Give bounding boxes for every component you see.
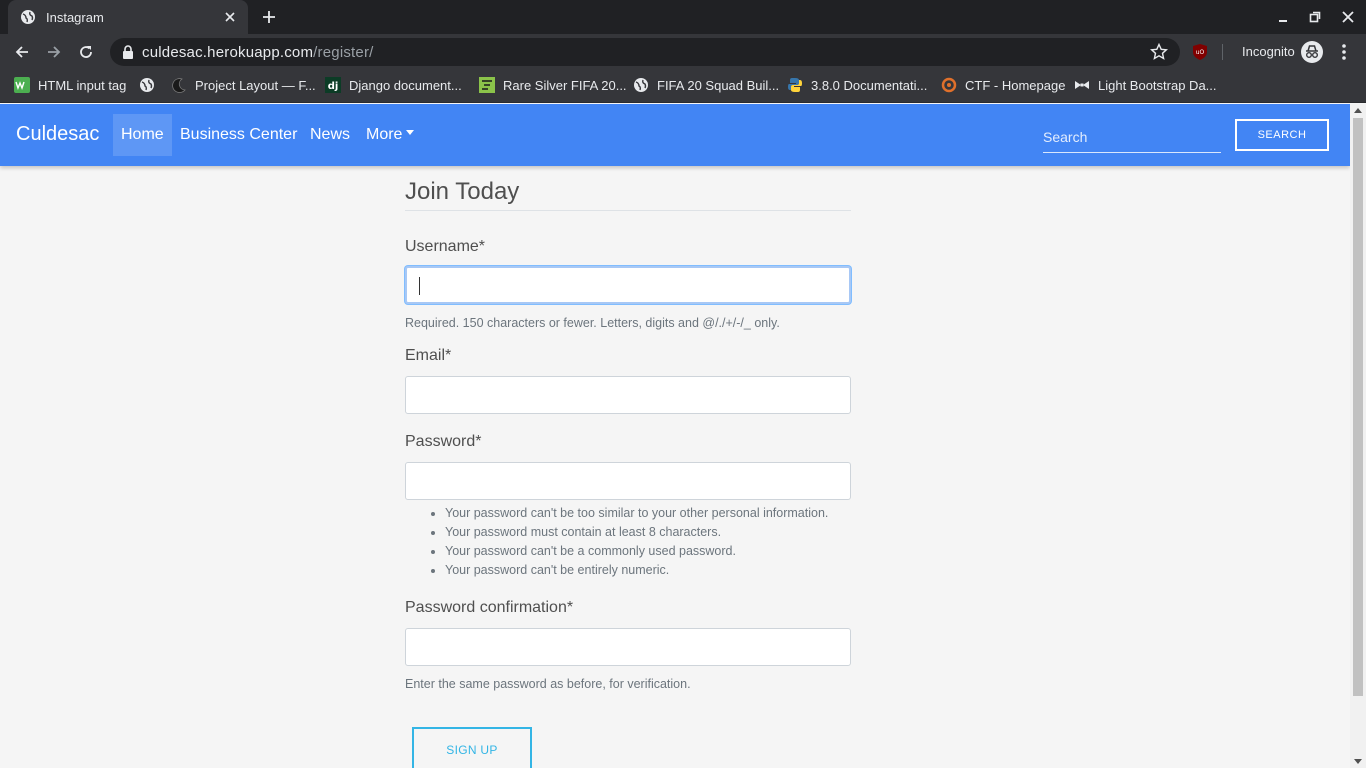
sign-up-button[interactable]: SIGN UP bbox=[412, 727, 532, 768]
incognito-label[interactable]: Incognito bbox=[1242, 44, 1295, 59]
bookmark-django-docs[interactable]: dj Django document... bbox=[325, 77, 462, 93]
search-button[interactable]: SEARCH bbox=[1235, 119, 1329, 151]
scroll-up-arrow-icon[interactable] bbox=[1354, 108, 1362, 113]
password-confirm-field[interactable] bbox=[405, 628, 851, 666]
scroll-down-arrow-icon[interactable] bbox=[1354, 759, 1362, 764]
email-label: Email* bbox=[405, 347, 452, 364]
python-icon bbox=[787, 77, 803, 93]
bookmark-rare-silver-fifa[interactable]: Rare Silver FIFA 20... bbox=[479, 77, 627, 93]
ctf-icon bbox=[941, 77, 957, 93]
forward-icon[interactable] bbox=[44, 42, 64, 62]
list-item: Your password can't be too similar to yo… bbox=[445, 504, 828, 523]
form-title: Join Today bbox=[405, 178, 520, 205]
bookmark-ctf-homepage[interactable]: CTF - Homepage bbox=[941, 77, 1065, 93]
incognito-icon[interactable] bbox=[1301, 41, 1323, 63]
site-navbar: Culdesac Home Business Center News More … bbox=[0, 104, 1350, 166]
globe-icon bbox=[139, 77, 155, 93]
list-item: Your password can't be entirely numeric. bbox=[445, 561, 828, 580]
bookmark-fifa-squad-builder[interactable]: FIFA 20 Squad Buil... bbox=[633, 77, 779, 93]
list-item: Your password must contain at least 8 ch… bbox=[445, 523, 828, 542]
w3-icon bbox=[14, 77, 30, 93]
bookmark-star-icon[interactable] bbox=[1149, 42, 1169, 61]
globe-icon bbox=[20, 9, 36, 25]
moon-icon bbox=[171, 77, 187, 93]
close-tab-icon[interactable] bbox=[222, 9, 238, 25]
bookmark-python-docs[interactable]: 3.8.0 Documentati... bbox=[787, 77, 927, 93]
toolbar-divider bbox=[1222, 44, 1223, 60]
bookmark-html-input-tag[interactable]: HTML input tag bbox=[14, 77, 126, 93]
bookmark-project-layout[interactable]: Project Layout — F... bbox=[171, 77, 316, 93]
browser-toolbar: culdesac.herokuapp.com/register/ uO Inco… bbox=[0, 34, 1366, 70]
browser-tab-bar: Instagram bbox=[0, 0, 1366, 34]
close-window-icon[interactable] bbox=[1340, 9, 1356, 25]
page-content: Culdesac Home Business Center News More … bbox=[0, 104, 1350, 768]
site-brand[interactable]: Culdesac bbox=[16, 123, 99, 146]
text-cursor bbox=[419, 277, 420, 295]
lock-icon[interactable] bbox=[122, 45, 134, 59]
search-input[interactable] bbox=[1043, 122, 1221, 153]
bookmark-light-bootstrap[interactable]: Light Bootstrap Da... bbox=[1074, 77, 1217, 93]
back-icon[interactable] bbox=[12, 42, 32, 62]
minimize-icon[interactable] bbox=[1275, 9, 1291, 25]
nav-news[interactable]: News bbox=[302, 114, 358, 156]
globe-icon bbox=[633, 77, 649, 93]
browser-menu-icon[interactable] bbox=[1336, 43, 1352, 61]
svg-text:dj: dj bbox=[328, 81, 339, 92]
scroll-thumb[interactable] bbox=[1353, 118, 1363, 696]
password-confirm-label: Password confirmation* bbox=[405, 599, 574, 616]
page-scrollbar[interactable] bbox=[1350, 104, 1366, 768]
nav-more-dropdown[interactable]: More bbox=[358, 114, 422, 156]
futwiz-icon bbox=[479, 77, 495, 93]
reload-icon[interactable] bbox=[76, 42, 96, 62]
caret-down-icon bbox=[406, 130, 415, 136]
username-field[interactable] bbox=[405, 266, 851, 304]
bookmark-globe[interactable] bbox=[139, 77, 163, 93]
bow-icon bbox=[1074, 77, 1090, 93]
password-confirm-help: Enter the same password as before, for v… bbox=[405, 677, 691, 691]
browser-tab[interactable]: Instagram bbox=[8, 0, 248, 34]
email-field[interactable] bbox=[405, 376, 851, 414]
ublock-extension-icon[interactable]: uO bbox=[1192, 43, 1208, 61]
list-item: Your password can't be a commonly used p… bbox=[445, 542, 828, 561]
tab-title: Instagram bbox=[46, 9, 104, 25]
password-field[interactable] bbox=[405, 462, 851, 500]
username-help: Required. 150 characters or fewer. Lette… bbox=[405, 316, 780, 330]
nav-home[interactable]: Home bbox=[113, 114, 172, 156]
username-label: Username* bbox=[405, 238, 486, 255]
new-tab-icon[interactable] bbox=[260, 8, 278, 26]
bookmarks-bar: HTML input tag Project Layout — F... dj … bbox=[0, 70, 1366, 103]
django-icon: dj bbox=[325, 77, 341, 93]
address-bar[interactable]: culdesac.herokuapp.com/register/ bbox=[110, 38, 1180, 66]
password-label: Password* bbox=[405, 433, 482, 450]
url-text: culdesac.herokuapp.com/register/ bbox=[142, 44, 374, 61]
svg-text:uO: uO bbox=[1196, 49, 1205, 56]
title-divider bbox=[405, 210, 851, 211]
nav-business-center[interactable]: Business Center bbox=[172, 114, 305, 156]
restore-icon[interactable] bbox=[1307, 9, 1323, 25]
password-help-list: Your password can't be too similar to yo… bbox=[427, 504, 828, 580]
